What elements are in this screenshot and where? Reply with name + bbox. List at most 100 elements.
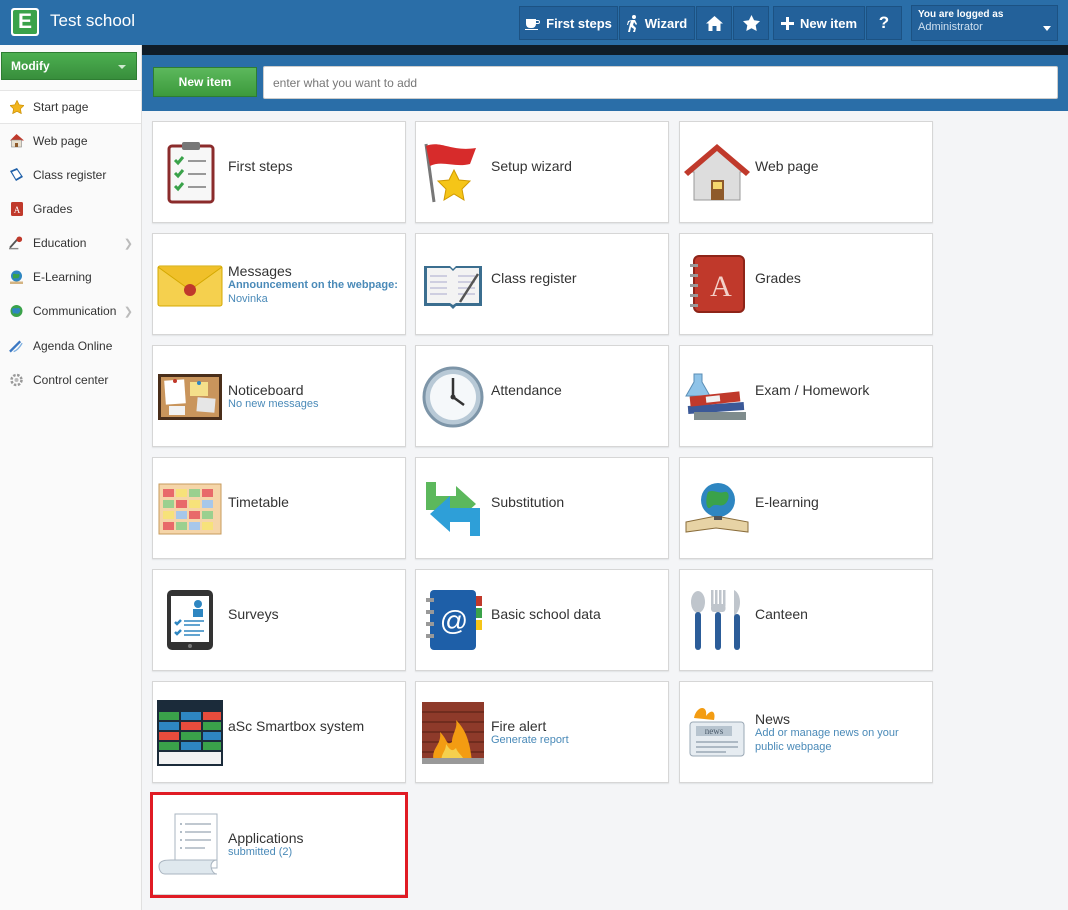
sidebar-item-label: Education: [33, 236, 87, 250]
chevron-down-icon: [118, 65, 126, 69]
sidebar-item-label: Communication: [33, 304, 117, 318]
open-book-icon: [424, 266, 482, 309]
home-icon: [705, 15, 723, 31]
tile-title: Setup wizard: [491, 158, 572, 174]
edupage-logo-icon[interactable]: E: [11, 8, 39, 36]
tile-subtitle-value[interactable]: Novinka: [228, 293, 268, 305]
new-item-toolbar-label: New item: [799, 15, 858, 31]
sidebar-item-communication[interactable]: Communication ❯: [0, 294, 141, 328]
favorites-button[interactable]: [733, 6, 769, 40]
tile-timetable[interactable]: Timetable: [152, 457, 406, 559]
agenda-icon: [9, 339, 24, 354]
plus-icon: [780, 16, 794, 30]
tile-basic-school-data[interactable]: @ Basic school data: [415, 569, 669, 671]
tile-title: Messages: [228, 263, 292, 279]
sidebar-item-label: Grades: [33, 202, 73, 216]
tile-grades[interactable]: A Grades: [679, 233, 933, 335]
add-item-input[interactable]: [263, 66, 1058, 99]
tile-exam-homework[interactable]: Exam / Homework: [679, 345, 933, 447]
home-button[interactable]: [696, 6, 732, 40]
school-name[interactable]: Test school: [50, 11, 135, 31]
tile-title: Exam / Homework: [755, 382, 870, 398]
timetable-icon: [158, 483, 222, 535]
tile-setup-wizard[interactable]: Setup wizard: [415, 121, 669, 223]
webpage-icon: [9, 134, 24, 149]
tile-canteen[interactable]: Canteen: [679, 569, 933, 671]
new-item-toolbar-button[interactable]: New item: [773, 6, 865, 40]
tile-title: Fire alert: [491, 718, 547, 734]
fire-wall-icon: [422, 702, 484, 764]
tile-subtitle: No new messages: [228, 398, 319, 410]
user-role: Administrator: [918, 21, 983, 33]
star-icon: [9, 100, 24, 115]
sidebar-item-web-page[interactable]: Web page: [0, 124, 141, 158]
sidebar: Modify Start page Web page Class registe…: [0, 45, 142, 910]
tile-subtitle[interactable]: Generate report: [491, 733, 661, 747]
checklist-icon: [167, 142, 215, 204]
star-icon: [742, 15, 760, 31]
tile-fire-alert[interactable]: Fire alert Generate report: [415, 681, 669, 783]
svg-text:A: A: [710, 270, 732, 303]
sidebar-item-label: Web page: [33, 134, 88, 148]
svg-text:news: news: [705, 726, 724, 736]
sidebar-item-control-center[interactable]: Control center: [0, 363, 141, 397]
tile-noticeboard[interactable]: Noticeboard No new messages: [152, 345, 406, 447]
sidebar-item-label: E-Learning: [33, 270, 92, 284]
modify-dropdown[interactable]: Modify: [1, 52, 137, 80]
tile-title: First steps: [228, 158, 293, 174]
sidebar-item-education[interactable]: Education ❯: [0, 226, 141, 260]
sidebar-item-grades[interactable]: A Grades: [0, 192, 141, 226]
class-register-icon: [9, 168, 24, 183]
sidebar-item-class-register[interactable]: Class register: [0, 158, 141, 192]
tile-attendance[interactable]: Attendance: [415, 345, 669, 447]
sidebar-item-label: Class register: [33, 168, 107, 182]
tile-title: Class register: [491, 270, 577, 286]
sidebar-item-label: Start page: [33, 100, 89, 114]
user-menu[interactable]: You are logged as Administrator: [911, 5, 1058, 41]
sidebar-item-start-page[interactable]: Start page: [0, 90, 141, 124]
tile-web-page[interactable]: Web page: [679, 121, 933, 223]
flag-star-icon: [424, 143, 476, 203]
tile-title: Substitution: [491, 494, 565, 510]
sidebar-item-label: Control center: [33, 373, 109, 387]
tile-first-steps[interactable]: First steps: [152, 121, 406, 223]
tile-asc-smartbox[interactable]: aSc Smartbox system: [152, 681, 406, 783]
address-book-icon: @: [426, 590, 482, 650]
tile-title: Surveys: [228, 606, 279, 622]
logged-as-label: You are logged as: [918, 9, 1004, 20]
tablet-survey-icon: [167, 590, 213, 650]
newspaper-icon: news: [689, 707, 745, 757]
smartbox-screen-icon: [157, 700, 223, 766]
globe-book-icon: [685, 483, 749, 533]
svg-text:A: A: [13, 205, 20, 215]
tile-class-register[interactable]: Class register: [415, 233, 669, 335]
new-item-button[interactable]: New item: [153, 67, 257, 97]
tile-title: Web page: [755, 158, 819, 174]
sidebar-item-agenda-online[interactable]: Agenda Online: [0, 329, 141, 363]
grades-icon: A: [9, 202, 24, 217]
wizard-button[interactable]: Wizard: [619, 6, 695, 40]
sidebar-item-label: Agenda Online: [33, 339, 113, 353]
corkboard-icon: [158, 374, 222, 420]
help-button[interactable]: ?: [866, 6, 902, 40]
elearning-icon: [9, 270, 24, 285]
tile-news[interactable]: news News Add or manage news on your pub…: [679, 681, 933, 783]
tile-title: Attendance: [491, 382, 562, 398]
books-flask-icon: [685, 373, 746, 420]
clock-icon: [422, 366, 484, 428]
first-steps-button[interactable]: First steps: [519, 6, 618, 40]
tile-messages[interactable]: Messages Announcement on the webpage: No…: [152, 233, 406, 335]
cutlery-icon: [691, 590, 740, 650]
tile-e-learning[interactable]: E-learning: [679, 457, 933, 559]
swap-arrows-icon: [426, 482, 480, 536]
control-center-icon: [9, 373, 24, 388]
tile-surveys[interactable]: Surveys: [152, 569, 406, 671]
header-divider: [142, 45, 1068, 55]
sidebar-item-e-learning[interactable]: E-Learning: [0, 260, 141, 294]
chevron-right-icon: ❯: [123, 237, 133, 250]
tile-substitution[interactable]: Substitution: [415, 457, 669, 559]
tile-title: Noticeboard: [228, 382, 304, 398]
tile-subtitle[interactable]: Add or manage news on your public webpag…: [755, 726, 915, 754]
tile-title: Canteen: [755, 606, 808, 622]
modify-label: Modify: [11, 59, 50, 73]
